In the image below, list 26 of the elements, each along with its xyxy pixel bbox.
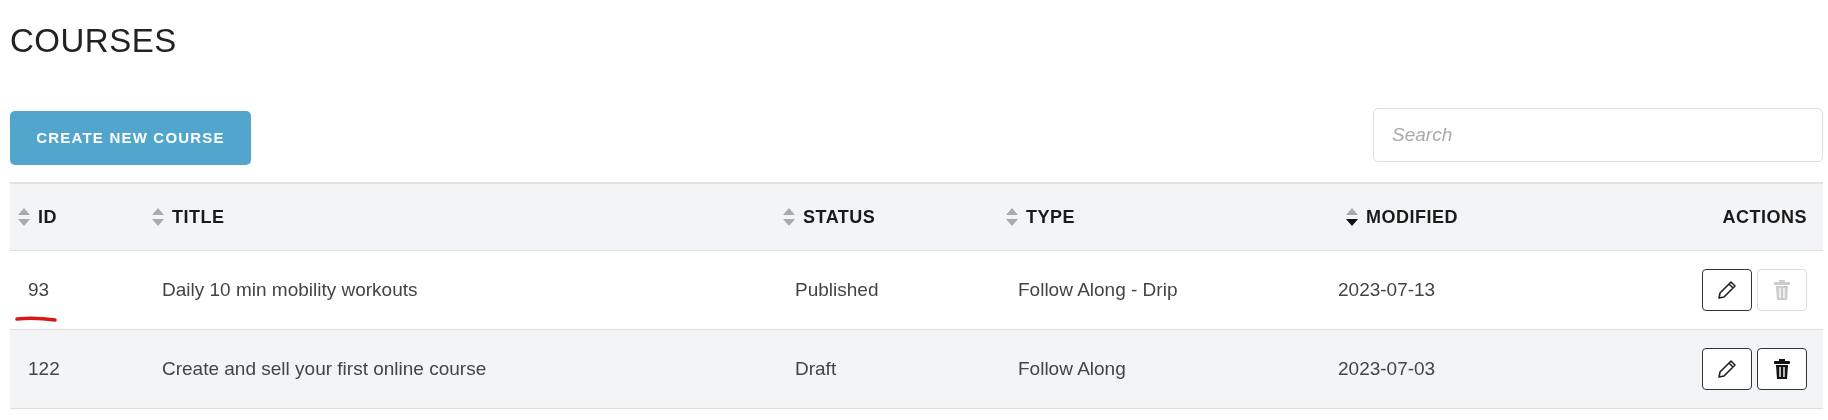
trash-icon	[1772, 279, 1792, 301]
column-header[interactable]: ID	[38, 206, 57, 228]
trash-icon	[1772, 358, 1792, 380]
column-header[interactable]: TITLE	[172, 206, 225, 228]
column-header[interactable]: TYPE	[1026, 206, 1075, 228]
column-header[interactable]: MODIFIED	[1366, 206, 1458, 228]
table-cell: 2023-07-13	[1338, 279, 1436, 301]
table-cell: Draft	[795, 358, 837, 380]
table-cell: Daily 10 min mobility workouts	[162, 279, 418, 301]
edit-button[interactable]	[1702, 348, 1752, 390]
table-cell: 93	[28, 279, 50, 301]
search-field[interactable]: Search	[1373, 108, 1823, 162]
table-cell: Create and sell your first online course	[162, 358, 487, 380]
pencil-icon	[1716, 358, 1738, 380]
table-cell: 2023-07-03	[1338, 358, 1436, 380]
pencil-icon	[1716, 279, 1738, 301]
column-header[interactable]: STATUS	[803, 206, 876, 228]
page-title: COURSES	[10, 21, 178, 61]
edit-button[interactable]	[1702, 269, 1752, 311]
sort-icon[interactable]	[1346, 207, 1358, 227]
delete-button[interactable]	[1757, 348, 1807, 390]
column-header[interactable]: ACTIONS	[1722, 206, 1807, 228]
table-cell: Follow Along	[1018, 358, 1126, 380]
table-cell: Published	[795, 279, 879, 301]
table-cell: 122	[28, 358, 60, 380]
table-cell: Follow Along - Drip	[1018, 279, 1178, 301]
